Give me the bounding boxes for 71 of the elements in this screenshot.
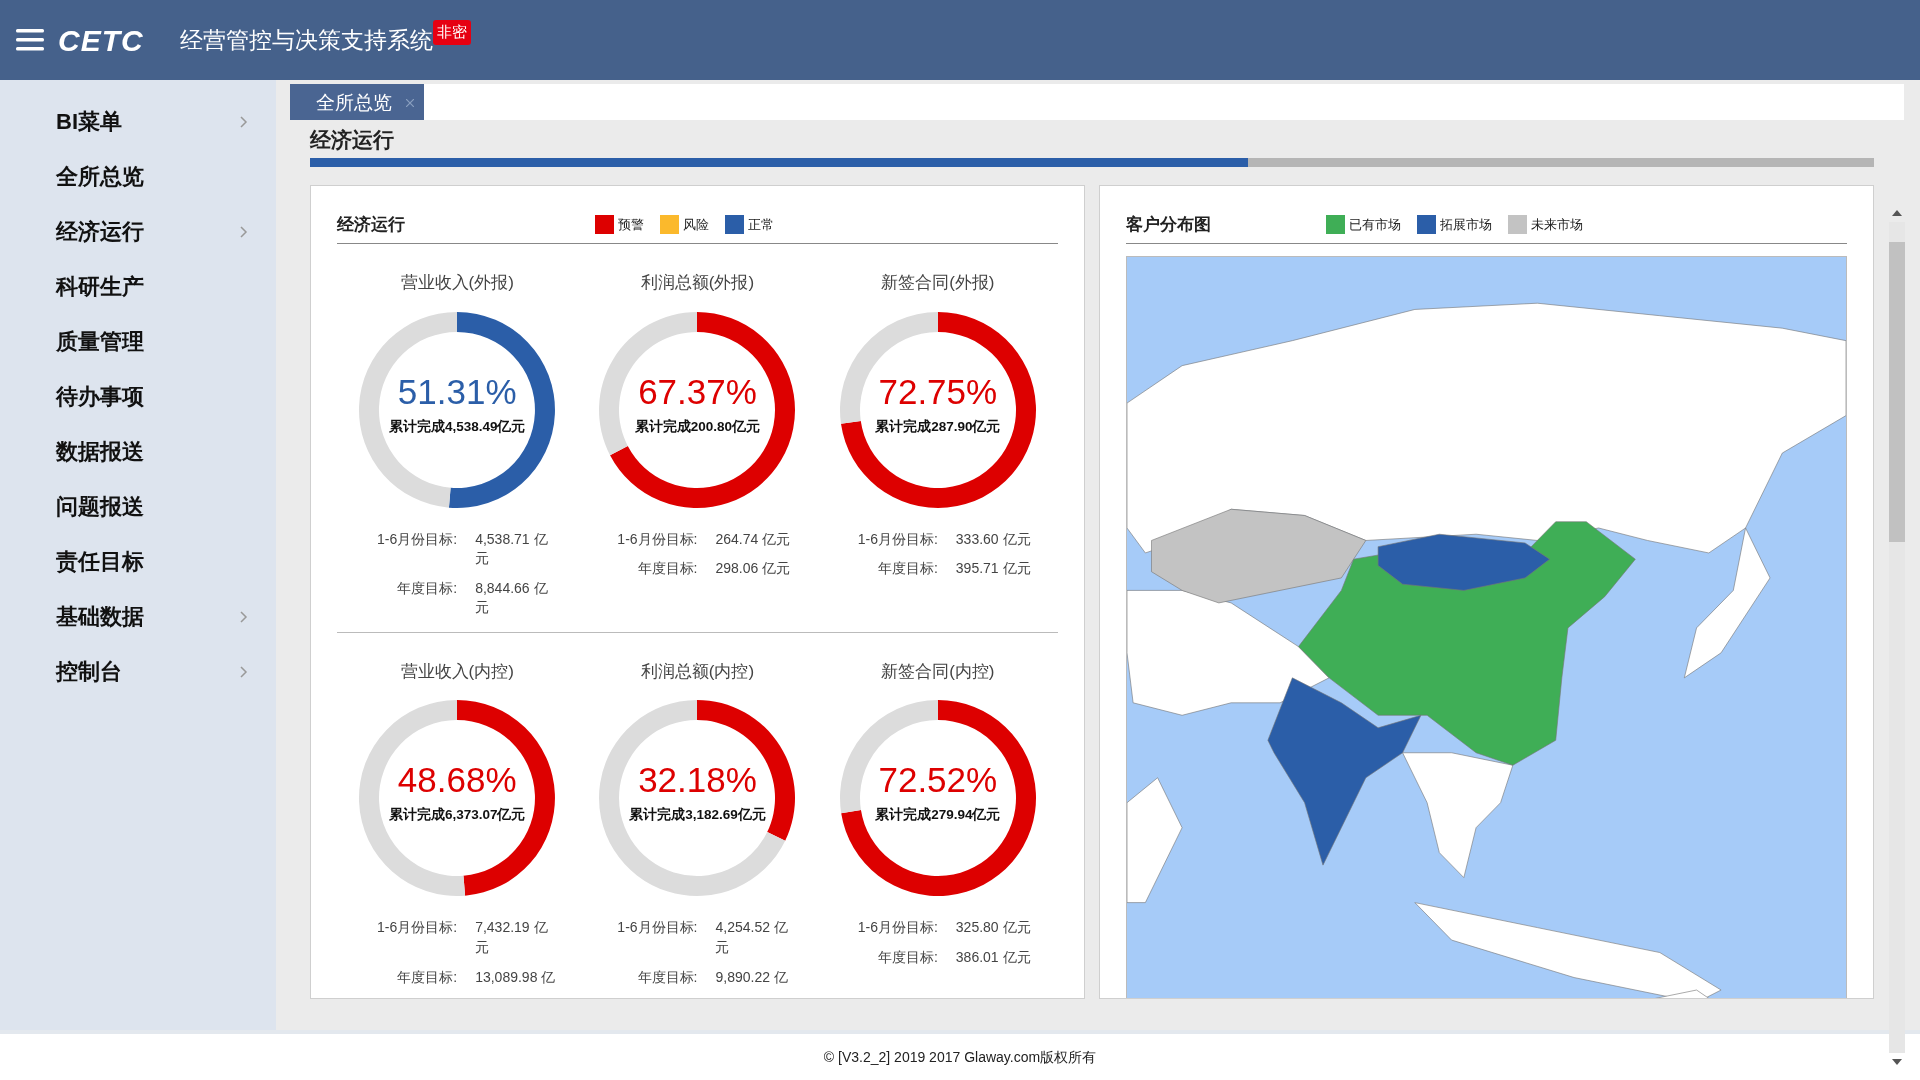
target-value: 333.60 亿元 [955,529,1032,549]
panel-title: 客户分布图 [1126,213,1212,236]
logo: CETC [58,22,144,59]
sidebar-item[interactable]: 全所总览 [0,149,276,204]
target-label: 1-6月份目标: [856,918,938,938]
target-value: 264.74 亿元 [715,529,792,549]
target-label: 年度目标: [876,559,938,579]
footer-text: © [V3.2_2] 2019 2017 Glaway.com版权所有 [823,1047,1097,1067]
target-value: 298.06 亿元 [715,559,792,579]
gauge-percent: 67.37% [638,373,757,409]
gauge-completed: 累计完成287.90亿元 [875,417,1001,436]
gauge-title: 营业收入(内控) [400,660,514,683]
target-label: 年度目标: [876,947,938,967]
target-label: 年度目标: [636,967,698,987]
target-label: 1-6月份目标: [376,918,458,938]
target-value: 4,538.71 亿元 [475,529,549,569]
target-value: 9,890.22 亿 [715,967,789,987]
scrollbar-thumb[interactable] [1889,242,1905,542]
gauge-percent: 72.75% [878,373,998,409]
scroll-up-icon[interactable] [1892,210,1902,216]
target-value: 325.80 亿元 [955,918,1032,938]
legend-label: 已有市场 [1349,215,1401,234]
tab[interactable]: 全所总览 [290,84,424,120]
legend-label: 正常 [748,215,774,234]
gauge-completed: 累计完成6,373.07亿元 [388,806,526,825]
gauge-completed: 累计完成279.94亿元 [875,806,1001,825]
legend-label: 未来市场 [1531,215,1583,234]
target-value: 8,844.66 亿元 [475,578,549,618]
sidebar-item[interactable]: BI菜单 [0,94,276,149]
gauge-completed: 累计完成3,182.69亿元 [629,806,766,825]
gauge-title: 利润总额(内控) [640,660,755,683]
sidebar-item[interactable]: 责任目标 [0,534,276,589]
menu-icon[interactable] [16,29,44,51]
classification-badge: 非密 [432,20,471,45]
gauge-percent: 48.68% [397,762,517,798]
gauge-percent: 51.31% [397,373,517,409]
gauge-title: 新签合同(外报) [881,272,995,294]
gauge-completed: 累计完成200.80亿元 [634,417,761,436]
target-value: 386.01 亿元 [955,947,1032,967]
target-value: 7,432.19 亿元 [475,918,549,957]
section-title: 经济运行 [309,127,395,153]
target-label: 1-6月份目标: [616,918,698,938]
sidebar-item[interactable]: 数据报送 [0,424,276,479]
target-value: 13,089.98 亿 [475,967,557,987]
gauge-completed: 累计完成4,538.49亿元 [388,417,526,436]
sidebar-item[interactable]: 基础数据 [0,589,276,644]
sidebar-item[interactable]: 控制台 [0,644,276,699]
gauge-percent: 72.52% [878,762,998,798]
target-label: 1-6月份目标: [616,529,698,549]
gauge-percent: 32.18% [638,762,757,798]
target-label: 年度目标: [636,559,698,579]
app-title: 经营管控与决策支持系统 [179,25,433,55]
target-value: 395.71 亿元 [955,559,1032,579]
legend-label: 风险 [683,215,709,234]
legend-label: 拓展市场 [1440,215,1492,234]
sidebar-item[interactable]: 经济运行 [0,204,276,259]
sidebar-item[interactable]: 科研生产 [0,259,276,314]
legend-label: 预警 [618,215,644,234]
scroll-down-icon[interactable] [1892,1059,1902,1065]
target-label: 年度目标: [396,967,458,987]
panel-title: 经济运行 [337,213,406,236]
target-label: 1-6月份目标: [376,529,458,549]
target-value: 4,254.52 亿元 [715,918,789,957]
gauge-title: 利润总额(外报) [640,272,755,294]
sidebar-item[interactable]: 问题报送 [0,479,276,534]
target-label: 年度目标: [396,578,458,598]
sidebar-item[interactable]: 质量管理 [0,314,276,369]
gauge-title: 营业收入(外报) [400,272,514,294]
gauge-title: 新签合同(内控) [881,660,995,683]
target-label: 1-6月份目标: [856,529,938,549]
sidebar-item[interactable]: 待办事项 [0,369,276,424]
